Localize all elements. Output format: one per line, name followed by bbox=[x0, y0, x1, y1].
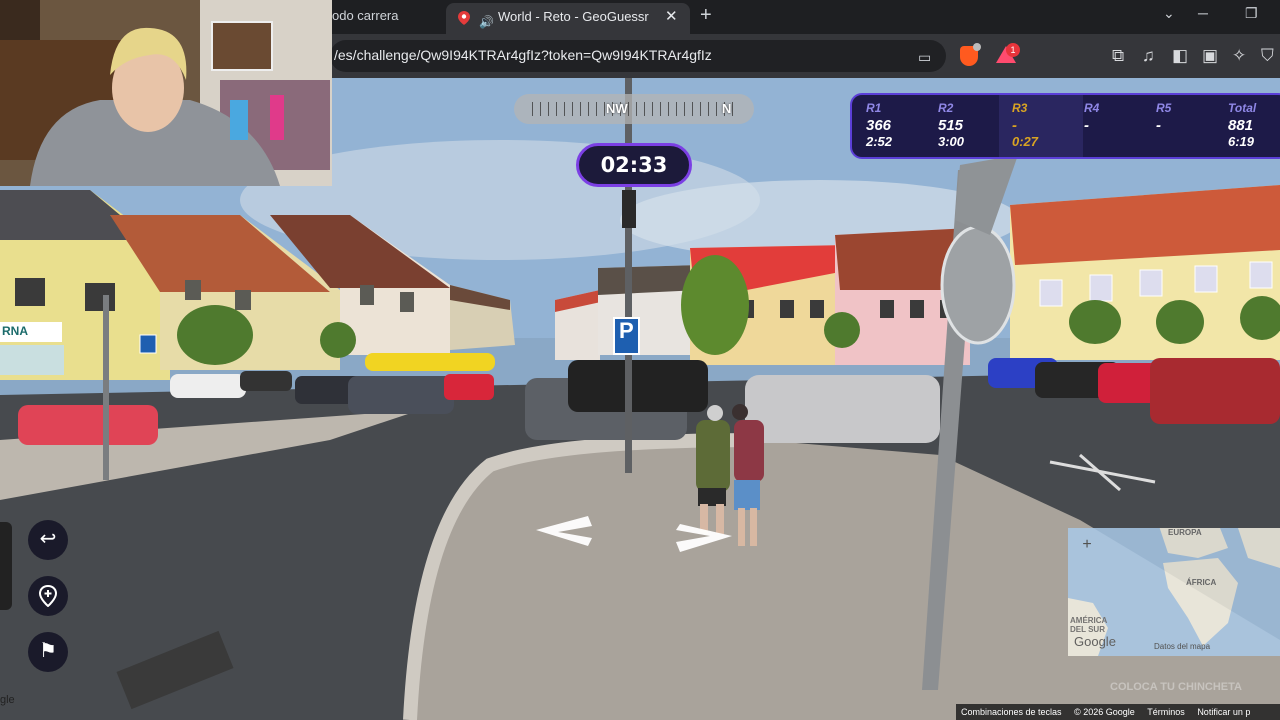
leo-ai-icon[interactable]: ✧ bbox=[1232, 46, 1246, 66]
round-time: 3:00 bbox=[938, 134, 965, 149]
webcam-image bbox=[0, 0, 332, 186]
flag-icon: ⚑ bbox=[39, 640, 57, 662]
round-r4: R4 - bbox=[1084, 101, 1099, 134]
round-total: Total 881 6:19 bbox=[1228, 101, 1256, 149]
keyboard-shortcuts-link[interactable]: Combinaciones de teclas bbox=[961, 707, 1062, 717]
round-scores-bar: R1 366 2:52 R2 515 3:00 R3 - 0:27 R4 - R… bbox=[850, 93, 1280, 159]
place-pin-button[interactable]: COLOCA TU CHINCHETA bbox=[1072, 676, 1280, 698]
round-timer: 02:33 bbox=[576, 143, 692, 187]
round-label: R3 bbox=[1012, 101, 1028, 115]
round-r5: R5 - bbox=[1156, 101, 1171, 134]
sidebar-icon[interactable]: ◧ bbox=[1172, 46, 1188, 66]
cast-icon[interactable]: ▭ bbox=[918, 49, 931, 66]
location-pin-plus-icon bbox=[38, 584, 58, 608]
map-footer: Combinaciones de teclas © 2026 Google Té… bbox=[956, 704, 1280, 720]
guess-minimap[interactable]: + EUROPA ÁFRICA AMÉRICA DEL SUR Google D… bbox=[1068, 528, 1280, 656]
google-watermark-partial: gle bbox=[0, 694, 15, 706]
minimap-label-africa: ÁFRICA bbox=[1186, 578, 1217, 587]
brave-shields-badge bbox=[973, 43, 981, 51]
compass-label-nw: NW bbox=[606, 101, 628, 116]
map-data-link[interactable]: Datos del mapa bbox=[1154, 642, 1210, 651]
compass-ticks bbox=[532, 102, 736, 116]
round-time: 6:19 bbox=[1228, 134, 1255, 149]
return-arrow-icon: ↩ bbox=[39, 528, 57, 550]
wallet-icon[interactable]: ▣ bbox=[1202, 46, 1218, 66]
speaker-icon[interactable]: 🔊 bbox=[479, 9, 494, 36]
nav-arrow-right[interactable] bbox=[674, 524, 734, 556]
round-label: Total bbox=[1228, 101, 1257, 115]
compass-label-n: N bbox=[722, 101, 732, 116]
terms-link[interactable]: Términos bbox=[1147, 707, 1185, 717]
tab-previous[interactable]: odo carrera bbox=[332, 0, 442, 34]
tab-search-icon[interactable]: ⌄ bbox=[1163, 5, 1175, 22]
round-score: 366 bbox=[866, 117, 892, 134]
round-r3: R3 - 0:27 bbox=[1012, 101, 1038, 149]
round-score: - bbox=[1084, 117, 1089, 134]
vpn-icon[interactable]: ⛉ bbox=[1261, 46, 1274, 66]
zoom-control-strip[interactable] bbox=[0, 522, 12, 610]
round-score: - bbox=[1012, 117, 1017, 134]
round-r1: R1 366 2:52 bbox=[866, 101, 892, 149]
tab-previous-label: odo carrera bbox=[332, 8, 399, 23]
webcam-overlay bbox=[0, 0, 332, 186]
return-to-checkpoint-button[interactable]: ⚑ bbox=[28, 632, 68, 672]
minimap-zoom-in[interactable]: + bbox=[1078, 536, 1096, 554]
compass[interactable]: NW N bbox=[514, 94, 754, 124]
round-r2: R2 515 3:00 bbox=[938, 101, 964, 149]
rewards-badge: 1 bbox=[1006, 43, 1020, 57]
round-label: R4 bbox=[1084, 101, 1100, 115]
address-bar-url: /es/challenge/Qw9I94KTRAr4gfIz?token=Qw9… bbox=[334, 47, 712, 63]
nav-arrow-left[interactable] bbox=[534, 512, 594, 546]
media-icon[interactable]: ♫ bbox=[1142, 46, 1155, 66]
minimize-icon[interactable]: ─ bbox=[1198, 5, 1208, 21]
tab-title: World - Reto - GeoGuessr bbox=[498, 9, 649, 24]
round-time: 0:27 bbox=[1012, 134, 1039, 149]
round-time: 2:52 bbox=[866, 134, 893, 149]
tab-close-icon[interactable]: ✕ bbox=[665, 3, 678, 30]
round-score: 881 bbox=[1228, 117, 1254, 134]
minimap-label-south-america: AMÉRICA DEL SUR bbox=[1070, 616, 1108, 634]
minimap-label-europe: EUROPA bbox=[1168, 528, 1202, 537]
restore-icon[interactable]: ❐ bbox=[1245, 5, 1258, 22]
report-link[interactable]: Notificar un p bbox=[1197, 707, 1250, 717]
back-to-start-button[interactable]: ↩ bbox=[28, 520, 68, 560]
map-pin-icon bbox=[458, 11, 470, 25]
round-label: R5 bbox=[1156, 101, 1172, 115]
copyright-text: © 2026 Google bbox=[1074, 707, 1135, 717]
round-score: - bbox=[1156, 117, 1161, 134]
store-sign-text: RNA bbox=[2, 324, 28, 338]
address-bar[interactable]: /es/challenge/Qw9I94KTRAr4gfIz?token=Qw9… bbox=[330, 40, 946, 72]
tab-active[interactable]: 🔊 World - Reto - GeoGuessr ✕ bbox=[446, 3, 690, 34]
extensions-icon[interactable]: ⧉ bbox=[1112, 46, 1124, 66]
round-label: R1 bbox=[866, 101, 882, 115]
parking-sign-text: P bbox=[619, 318, 634, 343]
round-label: R2 bbox=[938, 101, 954, 115]
google-logo: Google bbox=[1074, 634, 1116, 649]
set-checkpoint-button[interactable] bbox=[28, 576, 68, 616]
new-tab-icon[interactable]: + bbox=[700, 4, 712, 27]
round-score: 515 bbox=[938, 117, 964, 134]
